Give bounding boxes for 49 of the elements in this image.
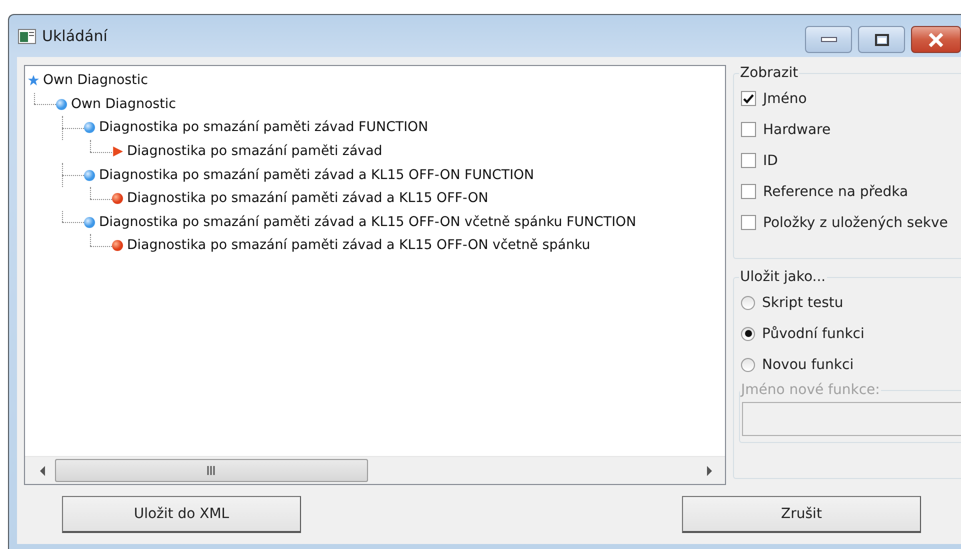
window-title: Ukládání [42,27,109,45]
tree-item[interactable]: Diagnostika po smazání paměti závad a KL15 OFF-ON [127,191,488,206]
dot-icon [112,193,123,204]
checkbox-option[interactable]: ID [741,145,961,176]
checkbox-option[interactable]: Hardware [741,114,961,145]
right-arrow-icon [705,466,713,476]
dot-icon [84,122,95,134]
horizontal-scrollbar[interactable] [25,456,725,484]
checkbox[interactable] [741,184,756,199]
dot-icon [84,170,95,181]
tree-item[interactable]: Diagnostika po smazání paměti závad a KL15 OFF-ON včetně spánku [127,238,590,254]
close-button[interactable] [911,26,961,53]
checkbox[interactable] [741,122,756,137]
scroll-thumb[interactable] [55,459,368,482]
radio-button[interactable] [741,296,755,310]
group-title: Uložit jako... [739,269,827,285]
radio-button[interactable] [741,358,755,372]
radio-option[interactable]: Novou funkci [741,349,961,380]
checkbox[interactable] [741,91,756,106]
radio-option[interactable]: Původní funkci [741,318,961,349]
maximize-button[interactable] [858,26,905,53]
checkbox-option[interactable]: Položky z uložených sekve [741,207,961,238]
checkbox-option[interactable]: Jméno [741,83,961,114]
tree-item[interactable]: Own Diagnostic [71,96,176,112]
tree-item[interactable]: Diagnostika po smazání paměti závad [127,144,382,160]
close-icon [928,32,944,46]
left-arrow-icon [39,466,47,476]
window-icon [18,28,36,44]
group-title: Zobrazit [739,65,800,81]
group-title: Jméno nové funkce: [740,382,881,398]
checkbox[interactable] [741,215,756,230]
radio-option[interactable]: Skript testu [741,287,961,318]
maximize-icon [874,34,888,46]
checkbox[interactable] [741,153,756,168]
tree-item[interactable]: Own Diagnostic [43,73,148,88]
triangle-icon [112,146,123,158]
dialog-button[interactable]: Uložit do XML [62,496,301,533]
radio-button[interactable] [741,326,755,340]
minimize-button[interactable] [805,26,852,53]
checkbox-option[interactable]: Reference na předka [741,176,961,207]
dot-icon [56,98,67,110]
star-icon [28,75,39,86]
tree-item[interactable]: Diagnostika po smazání paměti závad FUNCTION [99,120,428,136]
dot-icon [84,216,95,228]
dot-icon [112,240,123,252]
dialog-button[interactable]: Zrušit [682,496,921,533]
tree-item[interactable]: Diagnostika po smazání paměti závad a KL15 OFF-ON FUNCTION [99,168,534,183]
minimize-icon [820,36,836,42]
tree-item[interactable]: Diagnostika po smazání paměti závad a KL15 OFF-ON včetně spánku FUNCTION [99,214,636,230]
